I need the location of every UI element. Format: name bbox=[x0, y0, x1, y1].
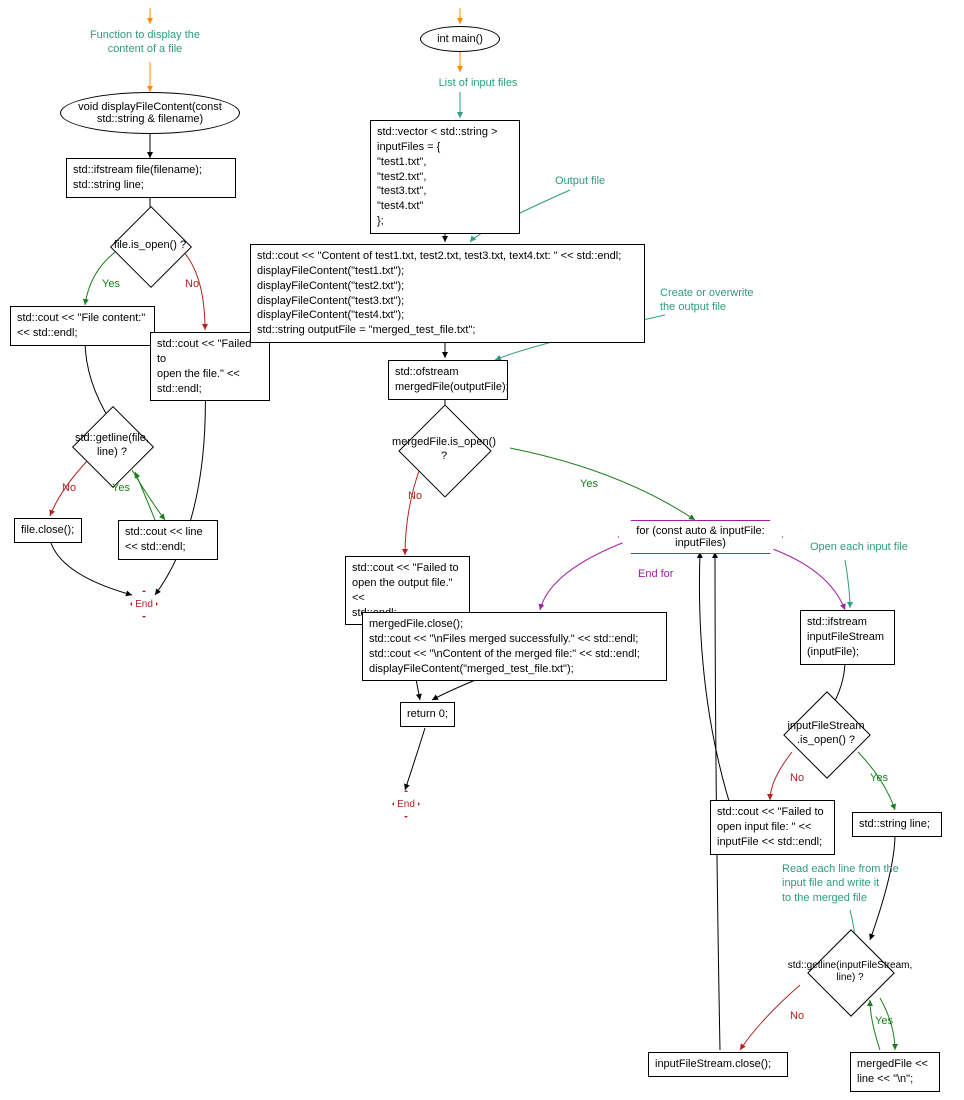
right-end: End bbox=[392, 790, 420, 818]
label-no: No bbox=[790, 1010, 804, 1022]
cond-merged-open: mergedFile.is_open() ? bbox=[412, 418, 476, 482]
block-display-calls: std::cout << "Content of test1.txt, test… bbox=[250, 244, 645, 343]
label-yes: Yes bbox=[102, 278, 120, 290]
vec-inputfiles: std::vector < std::string > inputFiles =… bbox=[370, 120, 520, 234]
main-func: int main() bbox=[420, 26, 500, 52]
cond-getline2: std::getline(inputFileStream, line) ? bbox=[820, 942, 880, 1002]
cond-instream-open: inputFileStream .is_open() ? bbox=[796, 704, 856, 764]
left-print-line: std::cout << line << std::endl; bbox=[118, 520, 218, 560]
label-yes: Yes bbox=[112, 482, 130, 494]
write-line: mergedFile << line << "\n"; bbox=[850, 1052, 940, 1092]
comment-output-file: Output file bbox=[555, 174, 605, 188]
return-0: return 0; bbox=[400, 702, 455, 727]
cond-getline: std::getline(file, line) ? bbox=[84, 418, 140, 474]
comment-func-display: Function to display the content of a fil… bbox=[55, 28, 235, 57]
label-no: No bbox=[185, 278, 199, 290]
label-endfor: End for bbox=[638, 568, 673, 580]
decl-line: std::string line; bbox=[852, 812, 942, 837]
ifstream-decl: std::ifstream inputFileStream (inputFile… bbox=[800, 610, 895, 665]
label-no: No bbox=[408, 490, 422, 502]
comment-open-each: Open each input file bbox=[810, 540, 940, 554]
left-decl: std::ifstream file(filename); std::strin… bbox=[66, 158, 236, 198]
after-merge-block: mergedFile.close(); std::cout << "\nFile… bbox=[362, 612, 667, 681]
left-end: End bbox=[130, 590, 158, 618]
label-yes: Yes bbox=[870, 772, 888, 784]
comment-read-each: Read each line from the input file and w… bbox=[782, 862, 932, 905]
for-loop: for (const auto & inputFile: inputFiles) bbox=[618, 520, 783, 554]
close-instream: inputFileStream.close(); bbox=[648, 1052, 788, 1077]
left-print-header: std::cout << "File content:" << std::end… bbox=[10, 306, 155, 346]
comment-create-overwrite: Create or overwrite the output file bbox=[660, 286, 790, 315]
func-signature: void displayFileContent(const std::strin… bbox=[60, 92, 240, 134]
label-no: No bbox=[62, 482, 76, 494]
left-close: file.close(); bbox=[14, 518, 82, 543]
fail-input: std::cout << "Failed to open input file:… bbox=[710, 800, 835, 855]
ofstream-decl: std::ofstream mergedFile(outputFile); bbox=[388, 360, 508, 400]
label-yes: Yes bbox=[875, 1015, 893, 1027]
label-no: No bbox=[790, 772, 804, 784]
label-yes: Yes bbox=[580, 478, 598, 490]
comment-list-files: List of input files bbox=[418, 76, 538, 90]
cond-file-open: file.is_open() ? bbox=[122, 218, 178, 274]
